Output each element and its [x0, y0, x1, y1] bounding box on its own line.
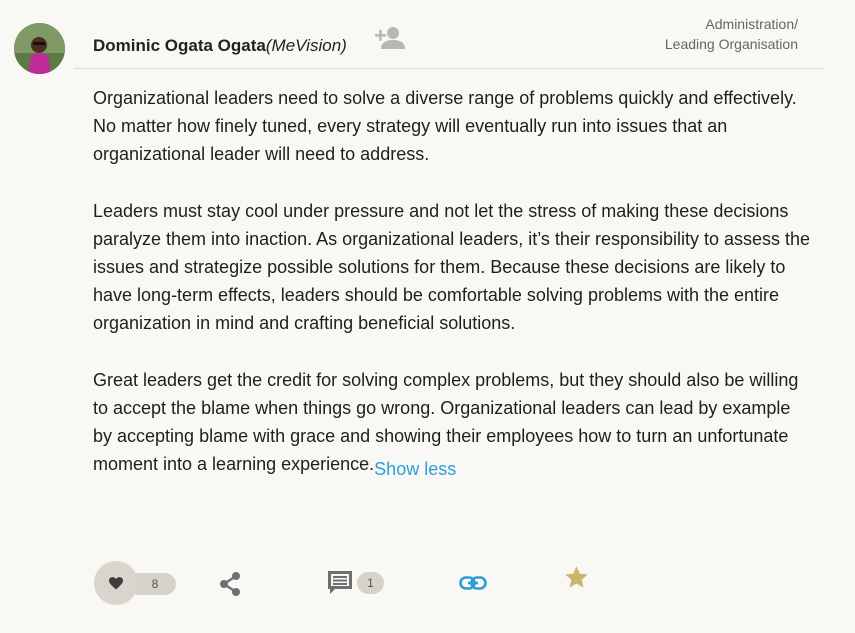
avatar[interactable]	[14, 23, 65, 74]
comment-count: 1	[367, 576, 374, 590]
link-icon[interactable]	[458, 571, 488, 595]
comment-count-badge: 1	[357, 572, 384, 594]
post-paragraph-last: Great leaders get the credit for solving…	[93, 366, 813, 479]
post-paragraph: Organizational leaders need to solve a d…	[93, 88, 797, 164]
author-organization: (MeVision)	[265, 36, 347, 55]
star-icon[interactable]	[563, 564, 590, 591]
share-icon[interactable]	[217, 571, 243, 597]
post-actions: 8 1	[0, 555, 855, 615]
show-less-link[interactable]: Show less	[374, 459, 456, 479]
author-name[interactable]: Dominic Ogata Ogata	[93, 36, 266, 55]
post-paragraph: Leaders must stay cool under pressure an…	[93, 201, 811, 333]
breadcrumb-category[interactable]: Administration/	[665, 14, 798, 34]
author-line: Dominic Ogata Ogata(MeVision)	[93, 36, 347, 56]
post-header: Dominic Ogata Ogata(MeVision) Administra…	[0, 0, 855, 74]
person-add-icon[interactable]	[374, 24, 406, 52]
header-divider	[74, 68, 823, 69]
breadcrumb: Administration/ Leading Organisation	[665, 14, 798, 54]
like-count: 8	[151, 577, 159, 591]
post-content: Organizational leaders need to solve a d…	[93, 84, 813, 479]
comment-icon[interactable]	[326, 569, 354, 597]
breadcrumb-topic[interactable]: Leading Organisation	[665, 34, 798, 54]
like-button[interactable]	[94, 561, 138, 605]
heart-icon	[109, 576, 123, 589]
